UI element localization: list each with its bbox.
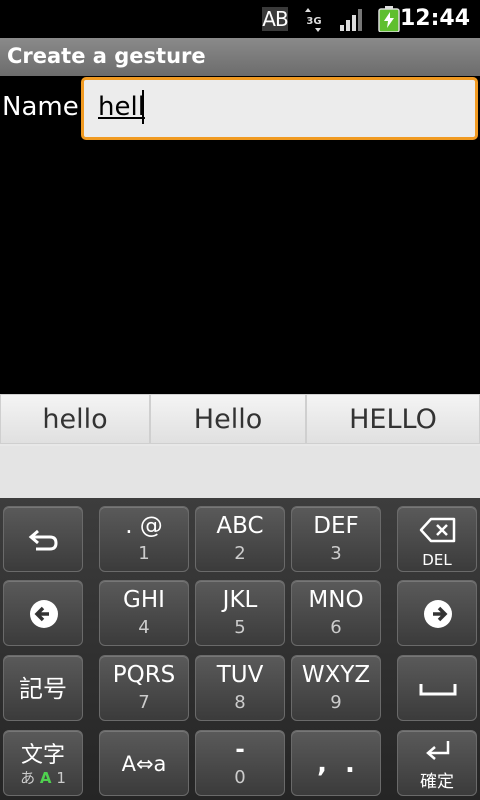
key-digit: 5: [234, 617, 246, 638]
key-label: 文字: [20, 743, 65, 768]
key-digit: 6: [330, 617, 342, 638]
key-label: -: [235, 737, 245, 763]
key-digit: 9: [330, 692, 342, 713]
key-7[interactable]: PQRS 7: [99, 655, 189, 721]
cursor-right-key[interactable]: [397, 580, 477, 646]
key-digit: 3: [330, 543, 342, 564]
key-digit: 8: [234, 692, 246, 713]
key-label: MNO: [308, 587, 364, 613]
key-label: TUV: [216, 662, 264, 688]
key-5[interactable]: JKL 5: [195, 580, 285, 646]
key-label: PQRS: [112, 662, 176, 688]
input-mode-indicator: あ A 1: [4, 767, 82, 788]
name-label: Name: [2, 92, 79, 122]
enter-key[interactable]: 確定: [397, 730, 477, 796]
mode-alpha-active: A: [39, 769, 52, 787]
name-input[interactable]: hell: [81, 77, 478, 140]
text-cursor: [142, 90, 144, 124]
battery-charging-icon: [378, 6, 400, 32]
delete-key-label: DEL: [422, 551, 452, 569]
space-key[interactable]: [397, 655, 477, 721]
name-input-value: hell: [98, 92, 145, 122]
key-digit: 0: [234, 767, 246, 788]
network-3g-icon: 3G: [305, 8, 322, 32]
key-3[interactable]: DEF 3: [291, 506, 381, 572]
delete-key[interactable]: DEL: [397, 506, 477, 572]
key-label: JKL: [222, 587, 258, 613]
arrow-right-icon: [424, 600, 452, 628]
key-6[interactable]: MNO 6: [291, 580, 381, 646]
page-title: Create a gesture: [7, 44, 206, 68]
case-toggle-key[interactable]: A⇔a: [99, 730, 189, 796]
key-label: . @: [125, 513, 163, 539]
ime-ab-icon: AB: [262, 7, 289, 31]
key-digit: 4: [138, 617, 150, 638]
punctuation-key[interactable]: , .: [291, 730, 381, 796]
space-icon: [419, 684, 457, 696]
enter-key-label: 確定: [420, 772, 454, 792]
signal-icon: [340, 9, 362, 31]
key-9[interactable]: WXYZ 9: [291, 655, 381, 721]
backspace-icon: [419, 517, 456, 543]
mode-hiragana: あ: [20, 769, 36, 787]
undo-icon: [28, 529, 58, 551]
key-digit: 7: [138, 692, 150, 713]
enter-icon: [426, 741, 450, 760]
key-label: , .: [317, 749, 355, 779]
candidate-item[interactable]: hello: [0, 394, 150, 444]
key-0[interactable]: - 0: [195, 730, 285, 796]
key-label: WXYZ: [301, 662, 371, 688]
title-bar: Create a gesture: [0, 38, 480, 76]
network-label: 3G: [306, 16, 321, 27]
candidate-area: [0, 446, 480, 498]
keyboard: . @ 1 ABC 2 DEF 3 DEL GHI 4 JKL 5 MNO 6: [0, 498, 480, 800]
key-label: GHI: [123, 587, 165, 613]
cursor-left-key[interactable]: [3, 580, 83, 646]
status-clock: 12:44: [399, 6, 470, 31]
key-2[interactable]: ABC 2: [195, 506, 285, 572]
status-bar: AB 3G 12:44: [0, 0, 480, 38]
arrow-left-icon: [30, 600, 58, 628]
undo-key[interactable]: [3, 506, 83, 572]
key-8[interactable]: TUV 8: [195, 655, 285, 721]
key-1[interactable]: . @ 1: [99, 506, 189, 572]
key-digit: 1: [138, 543, 150, 564]
mode-numeric: 1: [56, 769, 66, 787]
candidate-bar: hello Hello HELLO: [0, 394, 480, 446]
key-4[interactable]: GHI 4: [99, 580, 189, 646]
key-digit: 2: [234, 543, 246, 564]
key-label: 記号: [19, 675, 67, 703]
key-label: DEF: [313, 513, 359, 539]
key-label: A⇔a: [121, 752, 167, 776]
symbol-key[interactable]: 記号: [3, 655, 83, 721]
input-mode-key[interactable]: 文字 あ A 1: [3, 730, 83, 796]
candidate-item[interactable]: Hello: [150, 394, 306, 444]
candidate-item[interactable]: HELLO: [306, 394, 480, 444]
key-label: ABC: [216, 513, 264, 539]
